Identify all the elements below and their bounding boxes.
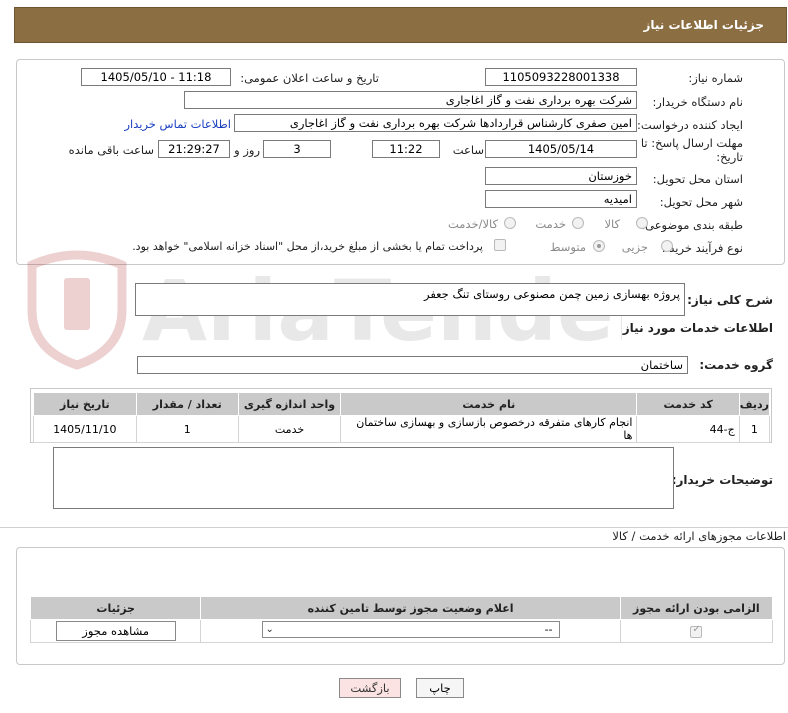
col-date: تاریخ نیاز <box>33 392 137 416</box>
remaining-time-field: 21:29:27 <box>158 140 230 158</box>
category-option-goods: کالا <box>604 217 620 231</box>
deadline-time-field: 11:22 <box>372 140 440 158</box>
service-group-field: ساختمان <box>137 356 688 374</box>
col-quantity: تعداد / مقدار <box>135 392 239 416</box>
province-field: خوزستان <box>485 167 637 185</box>
category-label: طبقه بندی موضوعی: <box>641 218 743 232</box>
buyer-org-field: شرکت بهره برداری نفت و گاز اغاجاری <box>184 91 637 109</box>
cell-permit-required: ✓ <box>619 619 774 643</box>
col-unit: واحد اندازه گیری <box>237 392 342 416</box>
buyer-notes-label: توضیحات خریدار: <box>671 473 773 487</box>
process-type-label: نوع فرآیند خرید : <box>661 241 743 255</box>
chevron-down-icon: ⌄ <box>265 624 274 635</box>
watermark-shield-icon <box>27 250 127 370</box>
cell-permit-details: مشاهده مجوز <box>29 619 202 643</box>
description-label: شرح کلی نیاز: <box>687 293 773 307</box>
service-group-label: گروه خدمت: <box>699 358 773 372</box>
cell-unit: خدمت <box>237 415 342 443</box>
col-service-name: نام خدمت <box>340 392 638 416</box>
process-radio-minor[interactable] <box>661 240 673 252</box>
header-bar: جزئیات اطلاعات نیاز <box>14 7 787 43</box>
deadline-days-field: 3 <box>263 140 331 158</box>
requester-field: امین صفری کارشناس قراردادها شرکت بهره بر… <box>234 114 637 132</box>
back-button[interactable]: بازگشت <box>339 678 401 698</box>
need-number-label: شماره نیاز: <box>688 71 743 85</box>
permit-status-select[interactable]: -- ⌄ <box>261 621 560 638</box>
services-table-header: تاریخ نیاز تعداد / مقدار واحد اندازه گیر… <box>33 392 771 416</box>
col-row: ردیف <box>738 392 771 416</box>
cell-quantity: 1 <box>135 415 239 443</box>
table-row: مشاهده مجوز -- ⌄ ✓ <box>29 619 774 643</box>
buyer-notes-textarea[interactable] <box>53 447 674 509</box>
category-option-service: خدمت <box>535 217 566 231</box>
category-radio-service[interactable] <box>572 217 584 229</box>
deadline-days-label: روز و <box>234 143 260 157</box>
city-field: امیدیه <box>485 190 637 208</box>
province-label: استان محل تحویل: <box>652 172 743 186</box>
treasury-payment-note: پرداخت تمام یا بخشی از مبلغ خرید،از محل … <box>132 240 483 253</box>
process-option-minor: جزیی <box>621 240 648 254</box>
col-permit-required: الزامی بودن ارائه مجوز <box>619 596 774 620</box>
check-icon: ✓ <box>692 623 701 635</box>
need-number-field: 1105093228001338 <box>485 68 637 86</box>
permit-status-value: -- <box>544 623 553 636</box>
permits-divider <box>0 527 788 528</box>
deadline-label: مهلت ارسال پاسخ: تا تاریخ: <box>640 136 743 164</box>
permits-table: جزئیات اعلام وضعیت مجوز توسط تامین کننده… <box>29 596 774 643</box>
requester-label: ایجاد کننده درخواست: <box>637 118 743 132</box>
treasury-checkbox[interactable] <box>494 239 506 251</box>
permit-required-checkbox: ✓ <box>690 623 703 638</box>
category-option-goods-service: کالا/خدمت <box>447 217 498 231</box>
cell-service-name: انجام کارهای متفرقه درخصوص بازسازی و بهس… <box>340 415 638 443</box>
view-permit-button[interactable]: مشاهده مجوز <box>55 621 176 641</box>
buyer-contact-link[interactable]: اطلاعات تماس خریدار <box>124 117 231 131</box>
buyer-org-label: نام دستگاه خریدار: <box>652 95 743 109</box>
announce-datetime-label: تاریخ و ساعت اعلان عمومی: <box>240 71 379 85</box>
process-radio-medium[interactable] <box>593 240 605 252</box>
page-title: جزئیات اطلاعات نیاز <box>643 18 764 32</box>
deadline-time-label: ساعت <box>452 143 484 157</box>
table-row: 1405/11/10 1 خدمت انجام کارهای متفرقه در… <box>33 415 771 443</box>
category-radio-goods-service[interactable] <box>504 217 516 229</box>
process-option-medium: متوسط <box>549 240 586 254</box>
permits-table-header: جزئیات اعلام وضعیت مجوز توسط تامین کننده… <box>29 596 774 620</box>
cell-row: 1 <box>738 415 771 443</box>
city-label: شهر محل تحویل: <box>659 195 743 209</box>
services-table: تاریخ نیاز تعداد / مقدار واحد اندازه گیر… <box>33 392 771 443</box>
deadline-date-field: 1405/05/14 <box>485 140 637 158</box>
col-permit-status: اعلام وضعیت مجوز توسط تامین کننده <box>200 596 621 620</box>
cell-permit-status: -- ⌄ <box>200 619 621 643</box>
cell-service-code: ج-44 <box>636 415 740 443</box>
remaining-time-label: ساعت باقی مانده <box>68 143 154 157</box>
permits-section-title: اطلاعات مجوزهای ارائه خدمت / کالا <box>612 529 786 543</box>
announce-datetime-field: 1405/05/10 - 11:18 <box>81 68 231 86</box>
cell-date: 1405/11/10 <box>33 415 137 443</box>
col-service-code: کد خدمت <box>636 392 740 416</box>
print-button[interactable]: چاپ <box>416 678 464 698</box>
description-textarea[interactable]: پروژه بهسازی زمین چمن مصنوعی روستای تنگ … <box>135 283 685 316</box>
col-permit-details: جزئیات <box>29 596 202 620</box>
category-radio-goods[interactable] <box>636 217 648 229</box>
services-section-title: اطلاعات خدمات مورد نیاز <box>622 321 773 335</box>
